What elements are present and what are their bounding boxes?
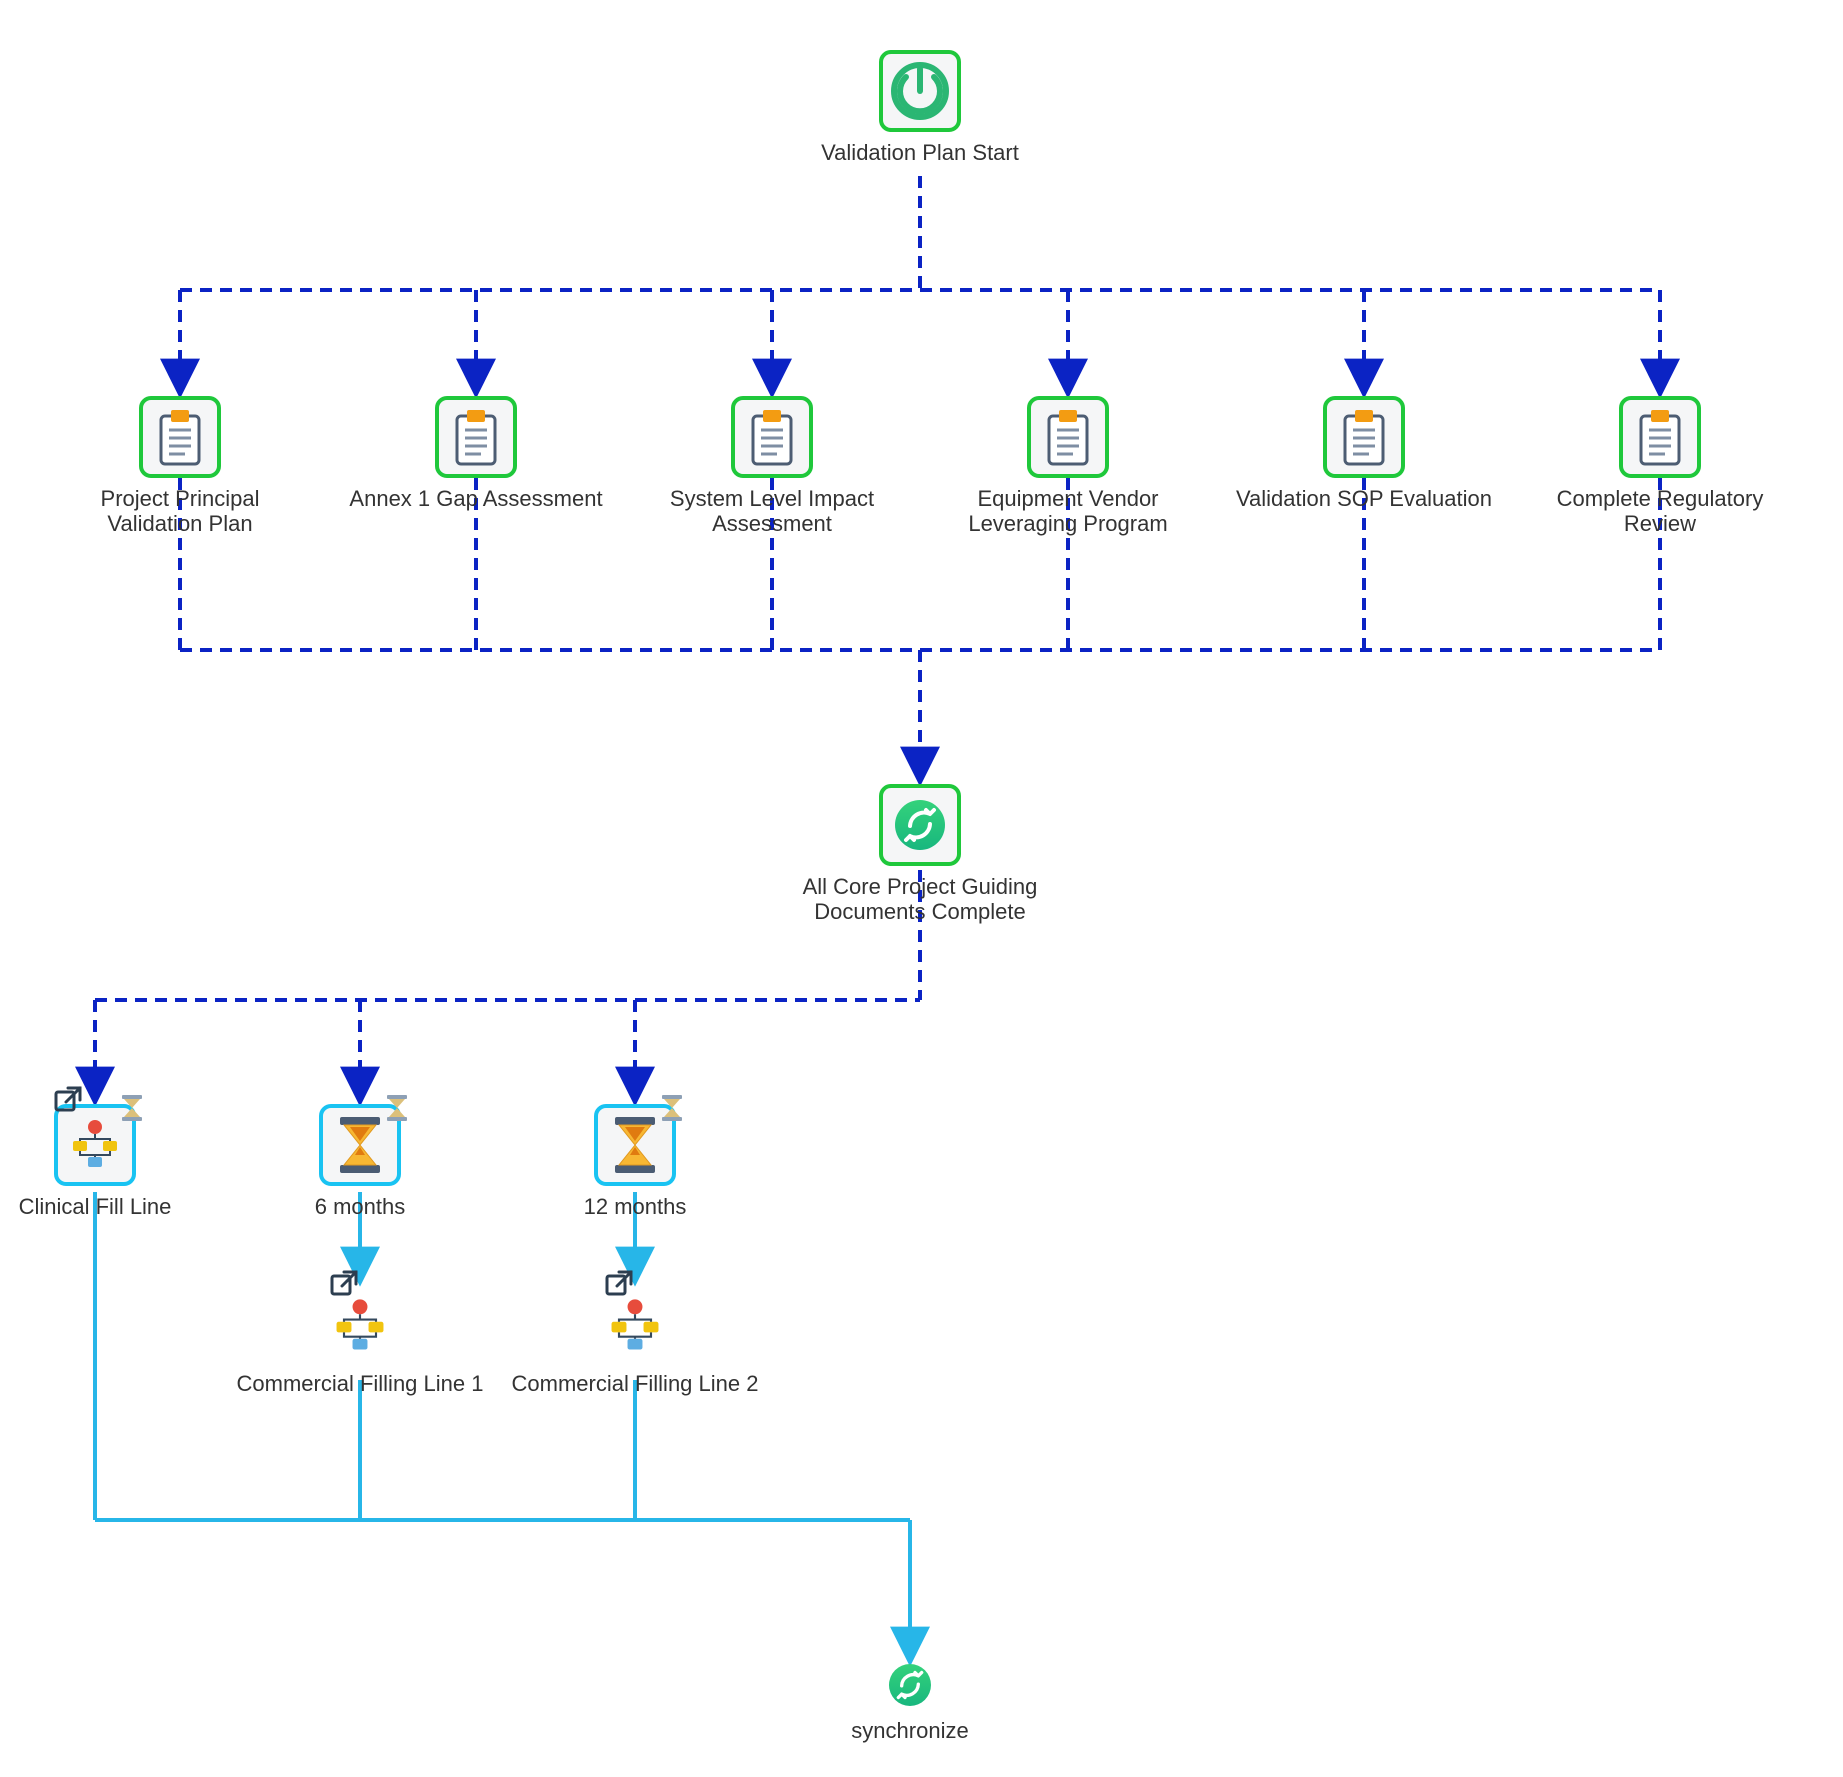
external-link-icon (330, 1270, 358, 1298)
sync-label: synchronize (780, 1718, 1040, 1743)
clipboard-icon (1027, 396, 1109, 478)
task-ppvp-label: Project Principal Validation Plan (50, 486, 310, 537)
sync-icon (889, 1664, 931, 1706)
task-evlp[interactable]: Equipment Vendor Leveraging Program (938, 396, 1198, 537)
clipboard-icon (1323, 396, 1405, 478)
hourglass-badge-icon (118, 1094, 146, 1122)
clipboard-icon (139, 396, 221, 478)
branch-12months-label: 12 months (505, 1194, 765, 1219)
clipboard-icon (731, 396, 813, 478)
task-annex[interactable]: Annex 1 Gap Assessment (346, 396, 606, 511)
branch-clinical-label: Clinical Fill Line (0, 1194, 225, 1219)
task-slia-label: System Level Impact Assessment (642, 486, 902, 537)
task-annex-label: Annex 1 Gap Assessment (346, 486, 606, 511)
sync-icon (879, 784, 961, 866)
start-label: Validation Plan Start (790, 140, 1050, 165)
milestone-node[interactable]: All Core Project Guiding Documents Compl… (790, 784, 1050, 925)
branch-cfl2[interactable]: Commercial Filling Line 2 (505, 1290, 765, 1396)
branch-cfl1-label: Commercial Filling Line 1 (230, 1371, 490, 1396)
branch-cfl2-label: Commercial Filling Line 2 (505, 1371, 765, 1396)
hourglass-badge-icon (383, 1094, 411, 1122)
external-link-icon (605, 1270, 633, 1298)
task-ppvp[interactable]: Project Principal Validation Plan (50, 396, 310, 537)
branch-12months[interactable]: 12 months (505, 1104, 765, 1219)
task-sop-label: Validation SOP Evaluation (1234, 486, 1494, 511)
task-evlp-label: Equipment Vendor Leveraging Program (938, 486, 1198, 537)
power-icon (879, 50, 961, 132)
hourglass-icon (319, 1104, 401, 1186)
hourglass-icon (594, 1104, 676, 1186)
task-sop[interactable]: Validation SOP Evaluation (1234, 396, 1494, 511)
subprocess-icon (54, 1104, 136, 1186)
clipboard-icon (1619, 396, 1701, 478)
task-reg[interactable]: Complete Regulatory Review (1530, 396, 1790, 537)
task-reg-label: Complete Regulatory Review (1530, 486, 1790, 537)
branch-clinical[interactable]: Clinical Fill Line (0, 1104, 225, 1219)
branch-6months-label: 6 months (230, 1194, 490, 1219)
start-node[interactable]: Validation Plan Start (790, 50, 1050, 165)
sync-node[interactable]: synchronize (780, 1664, 1040, 1743)
branch-cfl1[interactable]: Commercial Filling Line 1 (230, 1290, 490, 1396)
subprocess-icon (324, 1290, 396, 1362)
clipboard-icon (435, 396, 517, 478)
subprocess-icon (599, 1290, 671, 1362)
branch-6months[interactable]: 6 months (230, 1104, 490, 1219)
task-slia[interactable]: System Level Impact Assessment (642, 396, 902, 537)
external-link-icon (54, 1086, 82, 1114)
hourglass-badge-icon (658, 1094, 686, 1122)
milestone-label: All Core Project Guiding Documents Compl… (790, 874, 1050, 925)
